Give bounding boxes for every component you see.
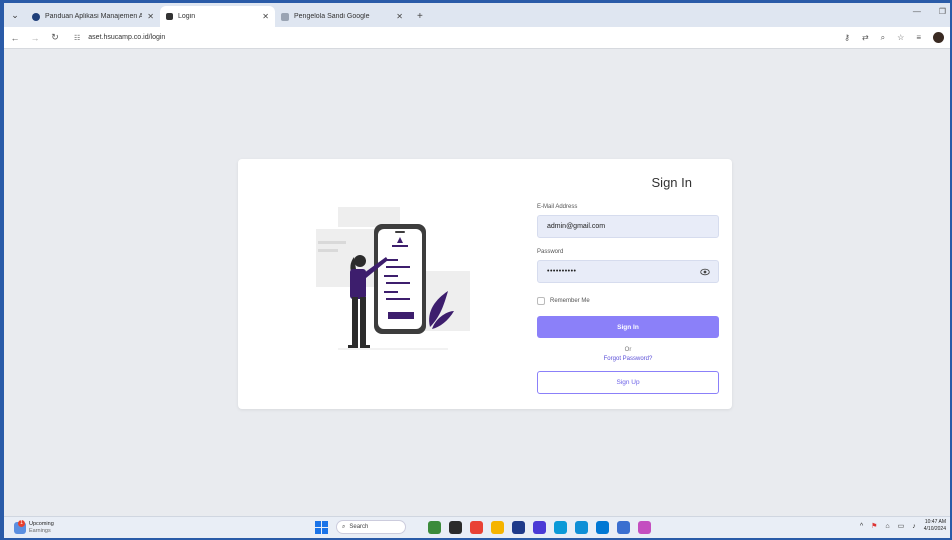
network-icon[interactable]: ⌂	[885, 523, 889, 530]
search-icon: ⌕	[342, 523, 346, 530]
tab-login[interactable]: Login ✕	[160, 6, 275, 27]
forgot-password-link[interactable]: Forgot Password?	[537, 356, 719, 362]
volume-icon[interactable]: ♪	[912, 523, 916, 530]
back-icon[interactable]: ←	[10, 33, 20, 43]
clock-date: 4/10/2024	[923, 526, 946, 532]
login-favicon-icon	[166, 13, 173, 20]
email-label: E-Mail Address	[537, 204, 578, 210]
password-field[interactable]: ••••••••••	[537, 260, 719, 283]
widget-text: Upcoming Earnings	[29, 521, 54, 535]
tab-title: Pengelola Sandi Google	[294, 13, 370, 20]
tab-panduan[interactable]: Panduan Aplikasi Manajemen A ✕	[26, 6, 160, 27]
app-pin-1-icon[interactable]	[428, 520, 441, 534]
app-pin-7-icon[interactable]	[554, 520, 567, 534]
tray-app-icon[interactable]: ⚑	[871, 522, 877, 530]
widgets-button[interactable]: 1 Upcoming Earnings	[14, 519, 54, 535]
email-field[interactable]: admin@gmail.com	[537, 215, 719, 238]
taskbar-apps: ⌕ Search	[315, 520, 651, 534]
panduan-favicon-icon	[32, 12, 40, 21]
reading-list-icon[interactable]: ≡	[916, 33, 921, 42]
url-text[interactable]: aset.hsucamp.co.id/login	[88, 34, 165, 41]
login-card: Sign In E-Mail Address admin@gmail.com P…	[238, 159, 732, 409]
system-tray: ^ ⚑ ⌂ ▭ ♪ 10:47 AM 4/10/2024	[860, 519, 946, 533]
remember-me-label[interactable]: Remember Me	[550, 298, 590, 304]
password-label: Password	[537, 249, 564, 255]
app-pin-9-icon[interactable]	[596, 520, 609, 534]
or-divider: Or	[624, 347, 632, 353]
search-placeholder: Search	[349, 524, 369, 530]
page-viewport: Sign In E-Mail Address admin@gmail.com P…	[4, 49, 950, 516]
app-pin-3-icon[interactable]	[470, 520, 483, 534]
key-icon	[281, 12, 289, 21]
zoom-icon[interactable]: ⌕	[881, 33, 885, 43]
sign-up-button[interactable]: Sign Up	[537, 371, 719, 394]
app-pin-8-icon[interactable]	[575, 520, 588, 534]
remember-me-checkbox[interactable]	[537, 297, 545, 305]
close-icon[interactable]: ✕	[262, 12, 269, 21]
app-pin-10-icon[interactable]	[617, 520, 630, 534]
email-value[interactable]: admin@gmail.com	[547, 223, 605, 230]
forward-icon[interactable]: →	[30, 33, 40, 43]
windows-start-icon[interactable]	[315, 520, 328, 534]
taskbar-search[interactable]: ⌕ Search	[336, 520, 406, 534]
bookmark-star-icon[interactable]: ☆	[897, 33, 904, 42]
minimize-icon[interactable]: —	[913, 7, 921, 16]
new-tab-button[interactable]: +	[409, 6, 431, 27]
tab-title: Panduan Aplikasi Manajemen A	[45, 13, 143, 20]
tab-title: Login	[178, 13, 196, 20]
site-settings-icon[interactable]: ☷	[74, 34, 80, 42]
widget-title: Upcoming	[29, 520, 54, 527]
login-illustration	[316, 207, 470, 350]
stocks-icon: 1	[14, 519, 26, 534]
display-icon[interactable]: ▭	[898, 522, 905, 530]
password-key-icon[interactable]: ⚷	[844, 33, 850, 42]
chevron-up-icon[interactable]: ^	[860, 523, 863, 530]
tab-search-icon[interactable]: ⌄	[4, 3, 26, 27]
tab-pengelola-sandi[interactable]: Pengelola Sandi Google ✕	[275, 6, 409, 27]
app-pin-5-icon[interactable]	[512, 520, 525, 534]
window-controls: — ❐	[913, 7, 946, 16]
sign-in-button[interactable]: Sign In	[537, 316, 719, 338]
app-pin-11-icon[interactable]	[638, 520, 651, 534]
close-icon[interactable]: ✕	[147, 12, 154, 21]
reload-icon[interactable]: ↻	[50, 32, 60, 43]
clock-time: 10:47 AM	[924, 519, 946, 525]
app-pin-6-icon[interactable]	[533, 520, 546, 534]
app-pin-4-icon[interactable]	[491, 520, 504, 534]
app-pin-2-icon[interactable]	[449, 520, 462, 534]
password-value[interactable]: ••••••••••	[547, 268, 577, 275]
browser-window: ⌄ Panduan Aplikasi Manajemen A ✕ Login ✕…	[4, 3, 950, 538]
pinned-apps	[428, 520, 651, 534]
address-toolbar: ← → ↻ ☷ aset.hsucamp.co.id/login ⚷ ⇄ ⌕ ☆…	[4, 27, 950, 49]
translate-icon[interactable]: ⇄	[862, 33, 869, 42]
toolbar-actions: ⚷ ⇄ ⌕ ☆ ≡	[844, 32, 944, 43]
restore-icon[interactable]: ❐	[939, 7, 946, 16]
close-icon[interactable]: ✕	[396, 12, 403, 21]
address-bar[interactable]: ☷ aset.hsucamp.co.id/login	[74, 34, 165, 42]
profile-avatar[interactable]	[933, 32, 944, 43]
clock[interactable]: 10:47 AM 4/10/2024	[924, 519, 946, 533]
notification-badge: 1	[18, 519, 25, 527]
taskbar: 1 Upcoming Earnings ⌕ Search ^ ⚑ ⌂ ▭ ♪ 1…	[4, 516, 950, 538]
eye-icon[interactable]	[700, 267, 710, 277]
tab-strip: ⌄ Panduan Aplikasi Manajemen A ✕ Login ✕…	[4, 3, 950, 27]
login-form: Sign In E-Mail Address admin@gmail.com P…	[537, 159, 719, 394]
widget-subtitle: Earnings	[29, 527, 51, 534]
page-title: Sign In	[651, 175, 692, 190]
remember-me-row[interactable]: Remember Me	[537, 297, 719, 305]
